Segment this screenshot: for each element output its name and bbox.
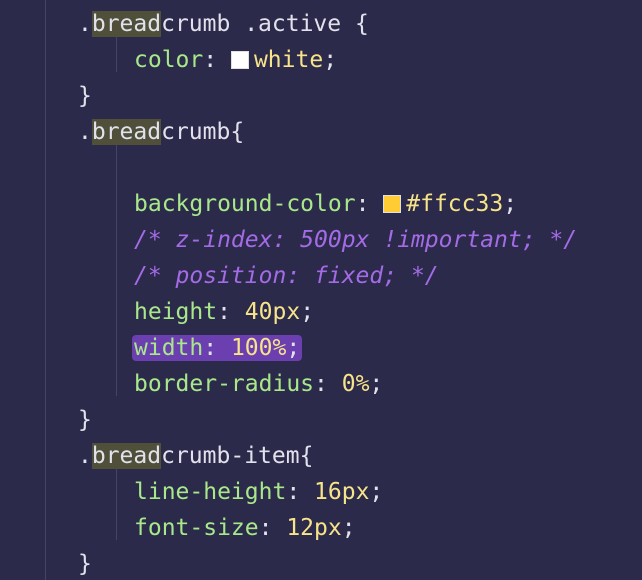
code-line[interactable]: line-height: 16px;: [134, 474, 383, 510]
color-swatch-icon[interactable]: [230, 51, 249, 69]
css-property: color: [134, 47, 204, 73]
code-line[interactable]: font-size: 12px;: [134, 510, 356, 546]
selector-text: crumb .active: [161, 11, 342, 37]
css-property: border-radius: [134, 371, 315, 397]
code-line[interactable]: .breadcrumb{: [78, 114, 244, 150]
search-match-highlight: bread: [91, 11, 162, 37]
css-value: #ffcc33: [406, 191, 504, 217]
code-line[interactable]: }: [78, 546, 92, 580]
brace: {: [230, 119, 245, 145]
selector-text: crumb: [161, 119, 231, 145]
text-selection[interactable]: width: 100%;: [132, 335, 303, 361]
css-value: 0%: [341, 371, 370, 397]
selector-dot: .: [78, 11, 92, 37]
brace: }: [78, 83, 92, 109]
css-property: width: [134, 335, 204, 361]
code-line-selected[interactable]: width: 100%;: [132, 330, 303, 366]
indent-guide: [45, 0, 46, 580]
code-line[interactable]: }: [78, 78, 92, 114]
css-value: 12px: [286, 515, 342, 541]
indent-guide: [116, 144, 117, 396]
code-line[interactable]: color: white;: [134, 42, 337, 78]
color-swatch-icon[interactable]: [383, 195, 402, 213]
css-property: font-size: [134, 515, 259, 541]
css-property: height: [134, 299, 218, 325]
code-line[interactable]: .breadcrumb-item{: [78, 438, 313, 474]
code-editor[interactable]: .breadcrumb .active { color: white; } .b…: [0, 0, 642, 580]
search-match-highlight: bread: [91, 119, 162, 145]
code-comment: /* z-index: 500px !important; */: [134, 227, 578, 253]
selector-text: crumb-item: [161, 443, 300, 469]
search-match-highlight: bread: [91, 443, 162, 469]
css-value: 100%: [230, 335, 287, 361]
css-value: white: [253, 47, 324, 73]
code-line[interactable]: .breadcrumb .active {: [78, 6, 369, 42]
indent-guide: [116, 468, 117, 540]
brace: {: [341, 11, 369, 37]
css-property: background-color: [134, 191, 356, 217]
brace: }: [78, 551, 92, 577]
brace: }: [78, 407, 92, 433]
css-property: line-height: [134, 479, 287, 505]
code-line[interactable]: /* z-index: 500px !important; */: [134, 222, 577, 258]
css-value: 40px: [244, 299, 301, 325]
code-line[interactable]: background-color: #ffcc33;: [134, 186, 517, 222]
selector-dot: .: [78, 443, 92, 469]
css-value: 16px: [314, 479, 370, 505]
code-line[interactable]: /* position: fixed; */: [134, 258, 439, 294]
code-comment: /* position: fixed; */: [134, 263, 439, 289]
code-line[interactable]: }: [78, 402, 92, 438]
selector-dot: .: [78, 119, 92, 145]
brace: {: [299, 443, 314, 469]
code-line[interactable]: border-radius: 0%;: [134, 366, 383, 402]
code-line[interactable]: height: 40px;: [134, 294, 314, 330]
